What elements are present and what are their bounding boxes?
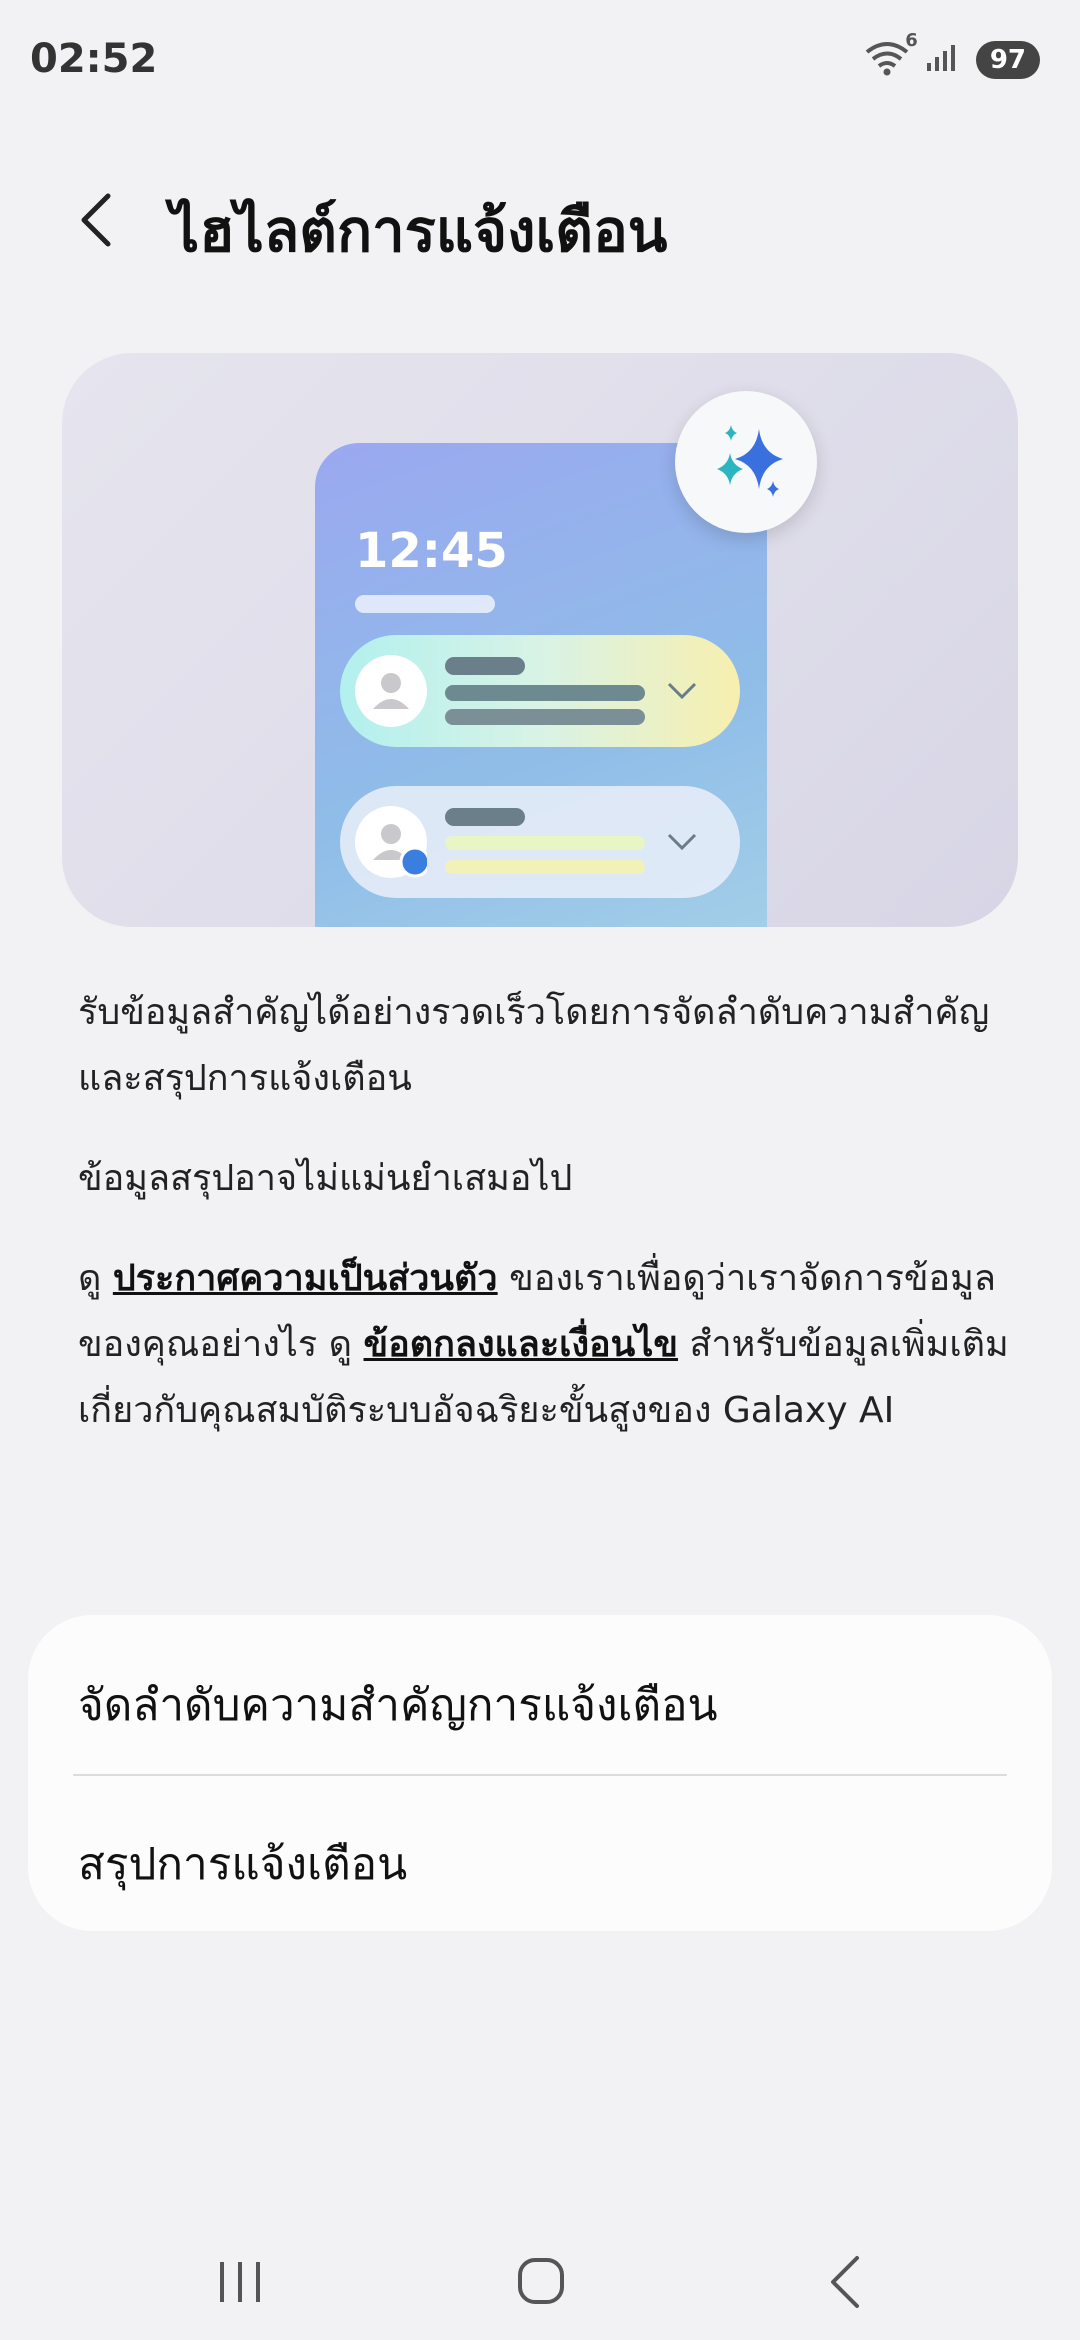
hero-illustration: 12:45	[62, 353, 1018, 927]
sparkle-icon	[717, 425, 783, 497]
back-button[interactable]	[70, 188, 134, 252]
divider	[73, 1774, 1007, 1776]
header: ไฮไลต์การแจ้งเตือน	[0, 170, 1080, 270]
status-icons: 6 97	[864, 30, 1040, 80]
setting-summarize-notifications[interactable]: สรุปการแจ้งเตือน	[78, 1829, 407, 1899]
illustration-clock: 12:45	[355, 523, 508, 579]
battery-icon: 97	[975, 41, 1040, 79]
setting-prioritize-notifications[interactable]: จัดลำดับความสำคัญการแจ้งเตือน	[78, 1670, 718, 1740]
navigation-bar	[0, 2220, 1080, 2340]
recents-icon	[220, 2262, 260, 2302]
accuracy-disclaimer: ข้อมูลสรุปอาจไม่แม่นยำเสมอไป	[78, 1158, 573, 1199]
avatar-icon	[355, 806, 431, 878]
terms-link[interactable]: ข้อตกลงและเงื่อนไข	[364, 1324, 678, 1365]
illustration-notification-card	[340, 635, 740, 747]
status-bar: 02:52 6 97	[0, 0, 1080, 120]
description-paragraph: รับข้อมูลสำคัญได้อย่างรวดเร็วโดยการจัดลำ…	[78, 992, 990, 1099]
wifi-badge: 6	[905, 30, 918, 51]
settings-card: จัดลำดับความสำคัญการแจ้งเตือน สรุปการแจ้…	[28, 1615, 1052, 1931]
page-title: ไฮไลต์การแจ้งเตือน	[170, 197, 668, 265]
nav-back-button[interactable]	[805, 2250, 885, 2310]
illustration-notification-card	[340, 786, 740, 898]
chevron-down-icon	[667, 833, 697, 851]
avatar-icon	[355, 655, 427, 727]
illustration-bar	[355, 595, 495, 613]
privacy-prefix: ดู	[78, 1258, 102, 1299]
privacy-paragraph: ดู ประกาศความเป็นส่วนตัว ของเราเพื่อดูว่…	[78, 1246, 1018, 1444]
signal-icon	[926, 43, 960, 77]
home-icon	[518, 2258, 564, 2304]
wifi-icon: 6	[864, 30, 918, 80]
home-button[interactable]	[500, 2250, 580, 2310]
sparkle-badge	[675, 391, 817, 533]
chevron-left-icon	[81, 193, 111, 247]
recents-button[interactable]	[200, 2250, 280, 2310]
back-icon	[831, 2256, 859, 2308]
status-time: 02:52	[30, 36, 158, 82]
chevron-down-icon	[667, 682, 697, 700]
privacy-notice-link[interactable]: ประกาศความเป็นส่วนตัว	[113, 1258, 498, 1299]
